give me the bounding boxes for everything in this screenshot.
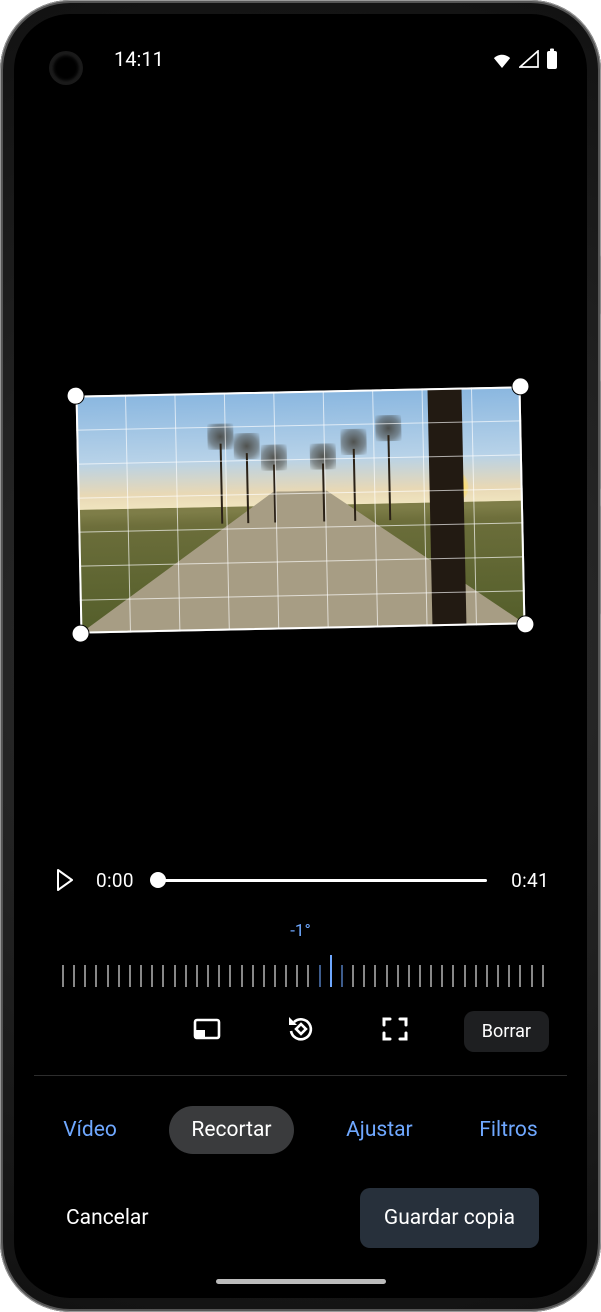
seek-track[interactable] <box>158 879 487 882</box>
play-button[interactable] <box>52 867 78 893</box>
clear-button[interactable]: Borrar <box>464 1011 549 1052</box>
status-icons <box>491 48 559 70</box>
aspect-ratio-button[interactable] <box>189 1011 225 1047</box>
crop-handle-bl[interactable] <box>72 625 88 641</box>
tab-crop[interactable]: Recortar <box>169 1106 293 1154</box>
rotation-control: -1° <box>34 915 567 1011</box>
cell-signal-icon <box>519 50 539 68</box>
tab-filters[interactable]: Filtros <box>465 1108 551 1152</box>
crop-box[interactable] <box>76 386 526 633</box>
edit-tabs: Vídeo Recortar Ajustar Filtros <box>34 1096 567 1180</box>
device-frame: 14:11 <box>0 0 601 1312</box>
controls: 0:00 0:41 -1° <box>14 859 587 1298</box>
cancel-button[interactable]: Cancelar <box>62 1196 152 1240</box>
screen: 14:11 <box>14 14 587 1298</box>
video-timeline: 0:00 0:41 <box>34 859 567 915</box>
battery-full-icon <box>545 48 559 70</box>
clock: 14:11 <box>114 47 164 71</box>
tab-video[interactable]: Vídeo <box>49 1108 131 1152</box>
seek-thumb[interactable] <box>150 872 166 888</box>
crop-tool-row: Borrar <box>34 1011 567 1075</box>
clear-label: Borrar <box>482 1021 531 1042</box>
expand-frame-button[interactable] <box>377 1011 413 1047</box>
gesture-bar[interactable] <box>216 1279 386 1284</box>
tab-adjust[interactable]: Ajustar <box>332 1108 427 1152</box>
crop-handle-br[interactable] <box>517 616 533 632</box>
rotate-button[interactable] <box>283 1011 319 1047</box>
wifi-icon <box>491 50 513 68</box>
camera-hole <box>52 54 80 82</box>
crop-preview[interactable] <box>14 86 587 859</box>
save-copy-button[interactable]: Guardar copia <box>360 1188 539 1248</box>
time-duration: 0:41 <box>511 869 549 892</box>
crop-handle-tr[interactable] <box>512 378 528 394</box>
divider <box>34 1075 567 1076</box>
status-bar: 14:11 <box>14 14 587 86</box>
video-frame <box>76 386 526 633</box>
rotation-ruler[interactable] <box>54 947 547 987</box>
time-current: 0:00 <box>96 869 134 892</box>
rotation-value: -1° <box>34 921 567 941</box>
